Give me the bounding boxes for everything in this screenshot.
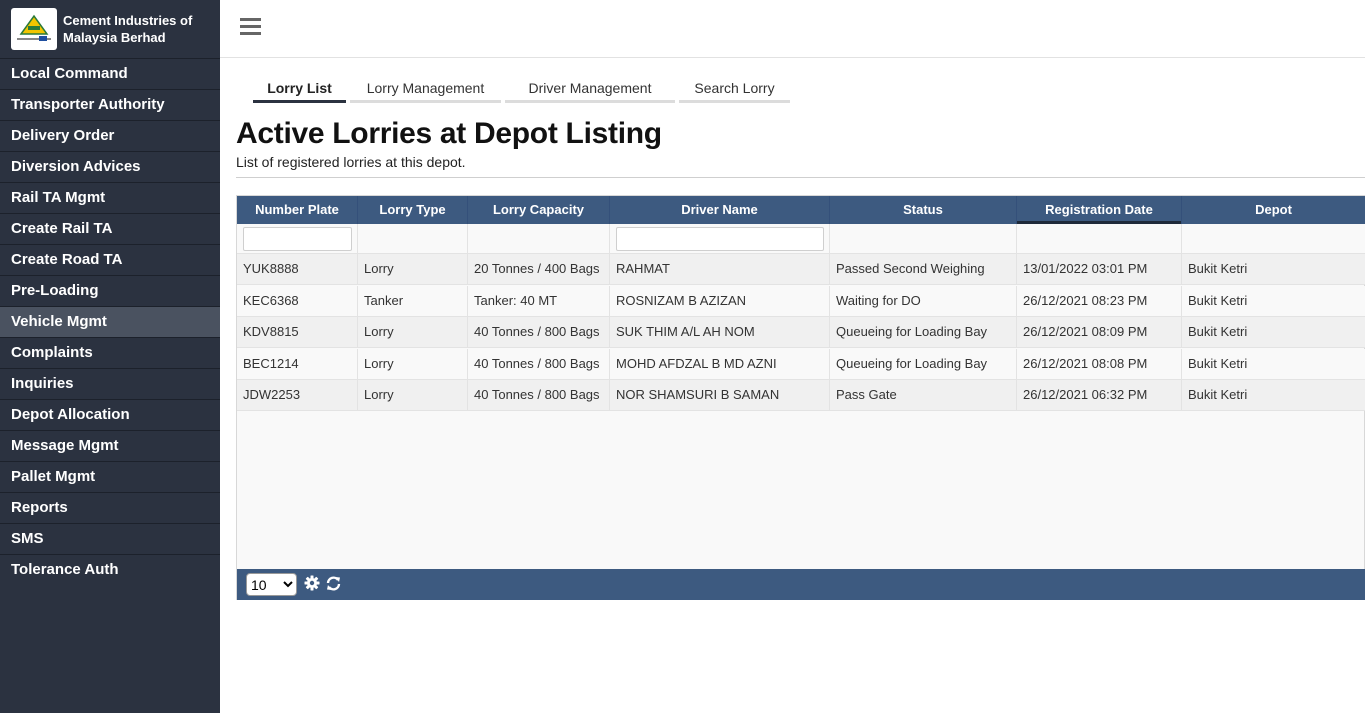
sidebar-item-tolerance-auth[interactable]: Tolerance Auth bbox=[0, 554, 220, 585]
sidebar: Cement Industries of Malaysia Berhad Loc… bbox=[0, 0, 220, 713]
driver-name-filter-input[interactable] bbox=[616, 227, 824, 251]
cell-depot: Bukit Ketri bbox=[1182, 254, 1365, 284]
main-content: Lorry List Lorry Management Driver Manag… bbox=[236, 58, 1365, 713]
filter-cell bbox=[1017, 224, 1182, 253]
cell-lorry-capacity: Tanker: 40 MT bbox=[468, 285, 610, 316]
cell-registration-date: 13/01/2022 03:01 PM bbox=[1017, 254, 1182, 284]
tab-lorry-list[interactable]: Lorry List bbox=[253, 78, 346, 103]
tab-bar: Lorry List Lorry Management Driver Manag… bbox=[253, 78, 794, 103]
cell-lorry-type: Lorry bbox=[358, 317, 468, 347]
cell-depot: Bukit Ketri bbox=[1182, 317, 1365, 347]
column-header-number-plate[interactable]: Number Plate bbox=[237, 196, 358, 224]
page-subtitle: List of registered lorries at this depot… bbox=[236, 154, 466, 170]
sidebar-item-pallet-mgmt[interactable]: Pallet Mgmt bbox=[0, 461, 220, 492]
filter-cell bbox=[468, 224, 610, 253]
cell-depot: Bukit Ketri bbox=[1182, 349, 1365, 379]
cell-lorry-capacity: 40 Tonnes / 800 Bags bbox=[468, 348, 610, 379]
cell-registration-date: 26/12/2021 08:09 PM bbox=[1017, 317, 1182, 347]
sidebar-nav: Local Command Transporter Authority Delive… bbox=[0, 58, 220, 585]
column-header-lorry-type[interactable]: Lorry Type bbox=[358, 196, 468, 224]
refresh-icon[interactable] bbox=[325, 575, 342, 592]
tab-lorry-management[interactable]: Lorry Management bbox=[350, 78, 501, 103]
cell-number-plate: KEC6368 bbox=[237, 285, 358, 316]
cell-status: Passed Second Weighing bbox=[830, 254, 1017, 284]
page-size-select[interactable]: 10 bbox=[246, 573, 297, 596]
sidebar-item-diversion-advices[interactable]: Diversion Advices bbox=[0, 151, 220, 182]
cell-driver-name: RAHMAT bbox=[610, 254, 830, 284]
number-plate-filter-input[interactable] bbox=[243, 227, 352, 251]
gear-icon[interactable] bbox=[304, 575, 320, 591]
cell-registration-date: 26/12/2021 08:08 PM bbox=[1017, 348, 1182, 379]
company-logo bbox=[11, 8, 57, 50]
cell-status: Queueing for Loading Bay bbox=[830, 317, 1017, 347]
column-header-status[interactable]: Status bbox=[830, 196, 1017, 224]
sidebar-item-create-road-ta[interactable]: Create Road TA bbox=[0, 244, 220, 275]
filter-row bbox=[237, 224, 1365, 254]
sidebar-item-transporter-authority[interactable]: Transporter Authority bbox=[0, 89, 220, 120]
lorry-grid: Number Plate Lorry Type Lorry Capacity D… bbox=[236, 195, 1365, 600]
cell-depot: Bukit Ketri bbox=[1182, 380, 1365, 410]
cell-lorry-capacity: 40 Tonnes / 800 Bags bbox=[468, 317, 610, 347]
table-row[interactable]: KEC6368 Tanker Tanker: 40 MT ROSNIZAM B AZI… bbox=[237, 285, 1365, 317]
topbar bbox=[220, 0, 1365, 58]
cell-registration-date: 26/12/2021 08:23 PM bbox=[1017, 285, 1182, 316]
filter-cell bbox=[237, 224, 358, 253]
table-row[interactable]: KDV8815 Lorry 40 Tonnes / 800 Bags SUK THIM… bbox=[237, 317, 1365, 348]
cell-driver-name: NOR SHAMSURI B SAMAN bbox=[610, 380, 830, 410]
tab-driver-management[interactable]: Driver Management bbox=[505, 78, 675, 103]
cell-number-plate: YUK8888 bbox=[237, 254, 358, 284]
sidebar-item-depot-allocation[interactable]: Depot Allocation bbox=[0, 399, 220, 430]
cell-status: Queueing for Loading Bay bbox=[830, 348, 1017, 379]
cell-lorry-type: Lorry bbox=[358, 380, 468, 410]
brand-name: Cement Industries of Malaysia Berhad bbox=[63, 13, 193, 45]
cell-number-plate: KDV8815 bbox=[237, 317, 358, 347]
sidebar-item-vehicle-mgmt[interactable]: Vehicle Mgmt bbox=[0, 306, 220, 337]
cell-lorry-capacity: 20 Tonnes / 400 Bags bbox=[468, 254, 610, 284]
cell-lorry-type: Lorry bbox=[358, 254, 468, 284]
cell-lorry-type: Lorry bbox=[358, 348, 468, 379]
filter-cell bbox=[610, 224, 830, 253]
column-header-driver-name[interactable]: Driver Name bbox=[610, 196, 830, 224]
filter-cell bbox=[830, 224, 1017, 253]
grid-header: Number Plate Lorry Type Lorry Capacity D… bbox=[237, 196, 1365, 224]
filter-cell bbox=[1182, 224, 1365, 253]
column-header-depot[interactable]: Depot bbox=[1182, 196, 1365, 224]
cell-lorry-capacity: 40 Tonnes / 800 Bags bbox=[468, 380, 610, 410]
cell-status: Waiting for DO bbox=[830, 285, 1017, 316]
cell-driver-name: SUK THIM A/L AH NOM bbox=[610, 317, 830, 347]
cell-number-plate: BEC1214 bbox=[237, 348, 358, 379]
divider bbox=[236, 177, 1365, 178]
sidebar-item-delivery-order[interactable]: Delivery Order bbox=[0, 120, 220, 151]
cell-number-plate: JDW2253 bbox=[237, 380, 358, 410]
page-title: Active Lorries at Depot Listing bbox=[236, 117, 662, 150]
sidebar-item-rail-ta-mgmt[interactable]: Rail TA Mgmt bbox=[0, 182, 220, 213]
brand: Cement Industries of Malaysia Berhad bbox=[0, 0, 220, 58]
sidebar-item-message-mgmt[interactable]: Message Mgmt bbox=[0, 430, 220, 461]
cell-depot: Bukit Ketri bbox=[1182, 286, 1365, 316]
table-row[interactable]: YUK8888 Lorry 20 Tonnes / 400 Bags RAHMAT Pa… bbox=[237, 254, 1365, 285]
sidebar-item-sms[interactable]: SMS bbox=[0, 523, 220, 554]
sidebar-item-local-command[interactable]: Local Command bbox=[0, 58, 220, 89]
sidebar-item-create-rail-ta[interactable]: Create Rail TA bbox=[0, 213, 220, 244]
sidebar-item-inquiries[interactable]: Inquiries bbox=[0, 368, 220, 399]
cell-registration-date: 26/12/2021 06:32 PM bbox=[1017, 380, 1182, 410]
table-row[interactable]: JDW2253 Lorry 40 Tonnes / 800 Bags NOR SHAM… bbox=[237, 380, 1365, 411]
sidebar-item-complaints[interactable]: Complaints bbox=[0, 337, 220, 368]
cell-status: Pass Gate bbox=[830, 380, 1017, 410]
column-header-lorry-capacity[interactable]: Lorry Capacity bbox=[468, 196, 610, 224]
sidebar-item-pre-loading[interactable]: Pre-Loading bbox=[0, 275, 220, 306]
sidebar-item-reports[interactable]: Reports bbox=[0, 492, 220, 523]
pager: 10 bbox=[237, 569, 1365, 600]
cell-lorry-type: Tanker bbox=[358, 285, 468, 316]
filter-cell bbox=[358, 224, 468, 253]
hamburger-icon[interactable] bbox=[240, 18, 261, 36]
cell-driver-name: MOHD AFDZAL B MD AZNI bbox=[610, 348, 830, 379]
table-row[interactable]: BEC1214 Lorry 40 Tonnes / 800 Bags MOHD AFD… bbox=[237, 348, 1365, 380]
column-header-registration-date[interactable]: Registration Date bbox=[1017, 196, 1182, 224]
cell-driver-name: ROSNIZAM B AZIZAN bbox=[610, 285, 830, 316]
tab-search-lorry[interactable]: Search Lorry bbox=[679, 78, 790, 103]
